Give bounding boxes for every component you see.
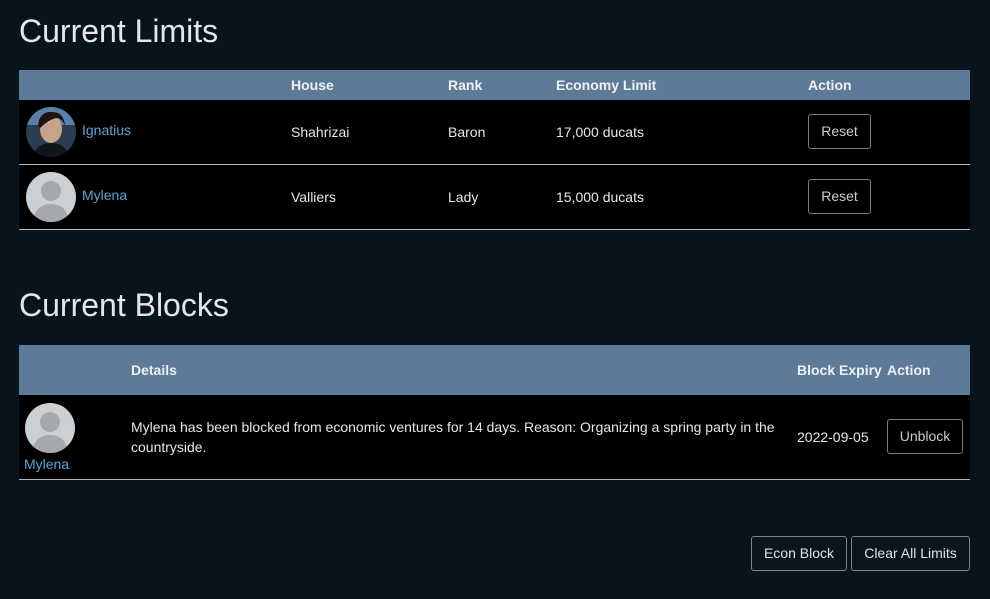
rank-cell: Baron — [448, 123, 486, 140]
rank-cell: Lady — [448, 188, 479, 205]
blocks-title: Current Blocks — [19, 287, 229, 323]
economy-cell: 17,000 ducats — [556, 123, 644, 140]
house-cell: Shahrizai — [291, 123, 350, 140]
user-avatar-default[interactable] — [25, 403, 75, 454]
limits-header-rank: Rank — [448, 70, 556, 100]
block-details-cell: Mylena has been blocked from economic ve… — [131, 418, 775, 455]
blocks-header-details: Details — [131, 345, 797, 395]
limits-table: House Rank Economy Limit Action Ignatius… — [19, 70, 970, 230]
blocks-header-action: Action — [887, 345, 970, 395]
unblock-button[interactable]: Unblock — [887, 419, 963, 455]
reset-button[interactable]: Reset — [808, 114, 871, 150]
clear-all-limits-button[interactable]: Clear All Limits — [851, 536, 970, 571]
reset-button[interactable]: Reset — [808, 179, 871, 214]
limits-header-house: House — [291, 70, 448, 100]
blocks-table: Details Block Expiry Action Mylena Mylen… — [19, 345, 970, 480]
limits-header-action: Action — [808, 70, 970, 100]
table-row: Ignatius Shahrizai Baron 17,000 ducats R… — [19, 100, 970, 164]
table-row: Mylena Valliers Lady 15,000 ducats Reset — [19, 164, 970, 229]
house-cell: Valliers — [291, 188, 336, 205]
blocks-header-expiry: Block Expiry — [797, 345, 887, 395]
blocks-header-avatar — [19, 345, 131, 395]
user-link-mylena[interactable]: Mylena — [82, 187, 127, 203]
user-link-ignatius[interactable]: Ignatius — [82, 122, 131, 138]
block-expiry-cell: 2022-09-05 — [797, 428, 869, 445]
limits-header-avatar — [19, 70, 291, 100]
economy-cell: 15,000 ducats — [556, 188, 644, 205]
limits-header-economy: Economy Limit — [556, 70, 808, 100]
user-link-mylena[interactable]: Mylena — [24, 456, 69, 472]
econ-block-button[interactable]: Econ Block — [751, 536, 847, 571]
user-avatar-photo[interactable] — [26, 106, 76, 157]
table-row: Mylena Mylena has been blocked from econ… — [19, 395, 970, 479]
user-avatar-default[interactable] — [26, 171, 76, 222]
limits-title: Current Limits — [19, 13, 219, 49]
